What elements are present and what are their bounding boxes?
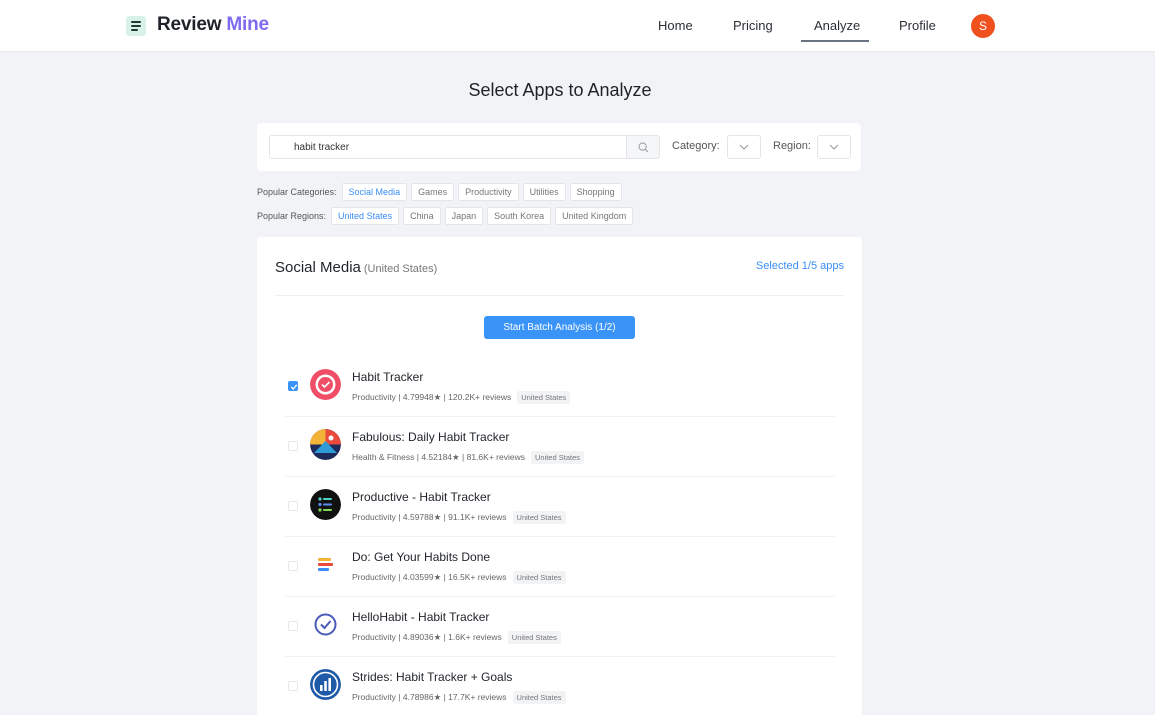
fabulous-icon xyxy=(310,429,341,460)
results-title: Social Media (United States) xyxy=(275,259,437,276)
app-checkbox[interactable] xyxy=(288,621,298,631)
chip-region-united-states[interactable]: United States xyxy=(331,207,400,225)
brand-name: Review xyxy=(157,14,222,35)
app-rating: 4.52184★ xyxy=(421,452,460,462)
brand-name-accent: Mine xyxy=(226,14,269,35)
menu-logo-icon[interactable] xyxy=(126,16,146,36)
search-button[interactable] xyxy=(626,135,660,159)
results-region: (United States) xyxy=(363,263,438,275)
chip-region-japan[interactable]: Japan xyxy=(444,207,484,225)
app-rating: 4.78986★ xyxy=(402,692,442,702)
selected-count: Selected 1/5 apps xyxy=(755,260,844,272)
divider xyxy=(275,295,844,296)
nav-active-indicator xyxy=(801,40,869,42)
brand-logo[interactable]: Review Mine xyxy=(157,14,269,36)
app-row[interactable]: Habit Tracker Productivity | 4.79948★ | … xyxy=(257,357,862,417)
checkmark-icon xyxy=(290,384,298,390)
app-category: Health & Fitness xyxy=(352,452,415,462)
chevron-down-icon xyxy=(739,144,749,150)
nav-pricing[interactable]: Pricing xyxy=(733,18,773,33)
category-select[interactable] xyxy=(727,135,761,159)
app-meta: Productivity | 4.79948★ | 120.2K+ review… xyxy=(352,391,571,404)
app-category: Productivity xyxy=(352,392,396,402)
app-reviews: 17.7K+ reviews xyxy=(448,692,507,702)
app-name: Strides: Habit Tracker + Goals xyxy=(352,670,513,684)
chip-region-united-kingdom[interactable]: United Kingdom xyxy=(555,207,634,225)
productive-icon xyxy=(310,489,341,520)
app-row[interactable]: Fabulous: Daily Habit Tracker Health & F… xyxy=(257,417,862,477)
chip-category-social-media[interactable]: Social Media xyxy=(341,183,408,201)
app-meta: Health & Fitness | 4.52184★ | 81.6K+ rev… xyxy=(352,451,584,464)
chip-region-china[interactable]: China xyxy=(403,207,441,225)
app-checkbox[interactable] xyxy=(288,681,298,691)
app-rating: 4.03599★ xyxy=(402,572,442,582)
app-meta: Productivity | 4.78986★ | 17.7K+ reviews… xyxy=(352,691,566,704)
chip-category-productivity[interactable]: Productivity xyxy=(458,183,519,201)
app-row[interactable]: HelloHabit - Habit Tracker Productivity … xyxy=(257,597,862,657)
app-category: Productivity xyxy=(352,572,396,582)
chip-category-games[interactable]: Games xyxy=(411,183,455,201)
top-header: Review Mine Home Pricing Analyze Profile… xyxy=(0,0,1155,52)
app-reviews: 120.2K+ reviews xyxy=(448,392,512,402)
app-checkbox[interactable] xyxy=(288,381,298,391)
do-icon xyxy=(310,549,341,580)
app-row[interactable]: Do: Get Your Habits Done Productivity | … xyxy=(257,537,862,597)
app-region-tag: United States xyxy=(512,691,566,704)
app-rating: 4.79948★ xyxy=(402,392,442,402)
app-name: Do: Get Your Habits Done xyxy=(352,550,491,564)
strides-icon xyxy=(310,669,341,700)
app-reviews: 1.6K+ reviews xyxy=(448,632,502,642)
app-checkbox[interactable] xyxy=(288,501,298,511)
search-input[interactable] xyxy=(269,135,626,159)
app-checkbox[interactable] xyxy=(288,561,298,571)
nav-analyze[interactable]: Analyze xyxy=(814,18,860,33)
app-row[interactable]: Productive - Habit Tracker Productivity … xyxy=(257,477,862,537)
app-row[interactable]: Strides: Habit Tracker + Goals Productiv… xyxy=(257,657,862,715)
app-region-tag: United States xyxy=(512,571,566,584)
popular-categories-label: Popular Categories: xyxy=(257,187,337,197)
app-reviews: 91.1K+ reviews xyxy=(448,512,507,522)
chip-category-shopping[interactable]: Shopping xyxy=(569,183,622,201)
app-meta: Productivity | 4.03599★ | 16.5K+ reviews… xyxy=(352,571,566,584)
results-category: Social Media xyxy=(275,259,361,276)
app-category: Productivity xyxy=(352,692,396,702)
app-region-tag: United States xyxy=(512,511,566,524)
region-label: Region: xyxy=(773,140,811,152)
app-name: HelloHabit - Habit Tracker xyxy=(352,610,490,624)
nav-profile[interactable]: Profile xyxy=(899,18,936,33)
page-title: Select Apps to Analyze xyxy=(468,80,652,100)
popular-regions-label: Popular Regions: xyxy=(257,211,327,221)
app-region-tag: United States xyxy=(517,391,571,404)
chip-category-utilities[interactable]: Utilities xyxy=(522,183,566,201)
app-meta: Productivity | 4.89036★ | 1.6K+ reviews U… xyxy=(352,631,561,644)
app-rating: 4.59788★ xyxy=(402,512,442,522)
region-select[interactable] xyxy=(817,135,851,159)
app-name: Habit Tracker xyxy=(352,370,424,384)
habit-tracker-icon xyxy=(310,369,341,400)
popular-regions-row: Popular Regions: United States China Jap… xyxy=(257,207,637,225)
app-checkbox[interactable] xyxy=(288,441,298,451)
search-panel: Category: Region: xyxy=(257,123,861,171)
app-region-tag: United States xyxy=(507,631,561,644)
app-meta: Productivity | 4.59788★ | 91.1K+ reviews… xyxy=(352,511,566,524)
avatar[interactable]: S xyxy=(971,14,995,38)
app-reviews: 16.5K+ reviews xyxy=(448,572,507,582)
app-rating: 4.89036★ xyxy=(402,632,442,642)
app-category: Productivity xyxy=(352,632,396,642)
app-region-tag: United States xyxy=(530,451,584,464)
start-batch-analysis-button[interactable]: Start Batch Analysis (1/2) xyxy=(484,316,635,339)
chip-region-south-korea[interactable]: South Korea xyxy=(487,207,552,225)
search-icon xyxy=(638,142,649,153)
nav-home[interactable]: Home xyxy=(658,18,693,33)
chevron-down-icon xyxy=(829,144,839,150)
app-reviews: 81.6K+ reviews xyxy=(466,452,525,462)
category-label: Category: xyxy=(672,140,720,152)
popular-categories-row: Popular Categories: Social Media Games P… xyxy=(257,183,626,201)
app-name: Productive - Habit Tracker xyxy=(352,490,491,504)
results-card: Social Media (United States) Selected 1/5… xyxy=(257,237,862,715)
app-name: Fabulous: Daily Habit Tracker xyxy=(352,430,510,444)
hellohabit-icon xyxy=(310,609,341,640)
app-category: Productivity xyxy=(352,512,396,522)
